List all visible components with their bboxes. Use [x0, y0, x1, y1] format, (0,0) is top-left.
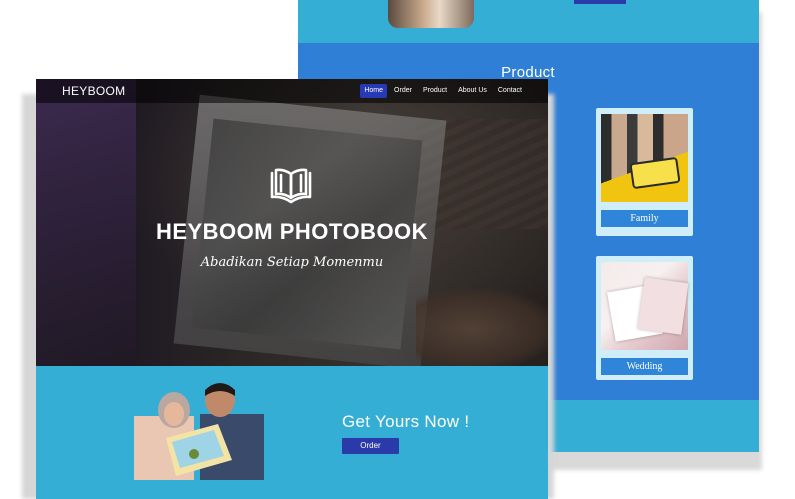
product-card-label: Wedding	[601, 358, 688, 375]
home-page-mockup: HEYBOOM Home Order Product About Us Cont…	[36, 79, 548, 499]
hero-title: HEYBOOM PHOTOBOOK	[155, 219, 429, 244]
nav-item-about-us[interactable]: About Us	[454, 84, 491, 98]
order-button[interactable]: Order	[342, 438, 399, 454]
navbar: HEYBOOM Home Order Product About Us Cont…	[36, 79, 548, 103]
nav-item-contact[interactable]: Contact	[494, 84, 526, 98]
nav-item-order[interactable]: Order	[390, 84, 416, 98]
order-button-partial[interactable]	[574, 0, 626, 4]
hero-section: HEYBOOM Home Order Product About Us Cont…	[36, 79, 548, 366]
nav-item-home[interactable]: Home	[360, 84, 388, 98]
couple-with-photobook-image	[134, 383, 264, 480]
product-card-wedding[interactable]: Wedding	[596, 256, 693, 380]
cta-title: Get Yours Now !	[342, 412, 470, 431]
family-cover-text-graphic	[629, 156, 681, 190]
product-card-family[interactable]: Family	[596, 108, 693, 236]
product-page-top-section	[298, 0, 759, 43]
cta-section: Get Yours Now ! Order	[36, 366, 548, 499]
couple-photo-partial	[388, 0, 474, 28]
wedding-page-graphic	[637, 277, 689, 335]
brand-logo-text[interactable]: HEYBOOM	[62, 84, 125, 98]
nav-item-product[interactable]: Product	[419, 84, 451, 98]
family-photobook-image	[601, 114, 688, 202]
wedding-photobook-image	[601, 262, 689, 350]
nav-menu: Home Order Product About Us Contact	[360, 84, 526, 98]
open-book-icon	[270, 168, 312, 204]
product-card-label: Family	[601, 210, 688, 227]
hero-subtitle: Abadikan Setiap Momenmu	[200, 255, 384, 270]
